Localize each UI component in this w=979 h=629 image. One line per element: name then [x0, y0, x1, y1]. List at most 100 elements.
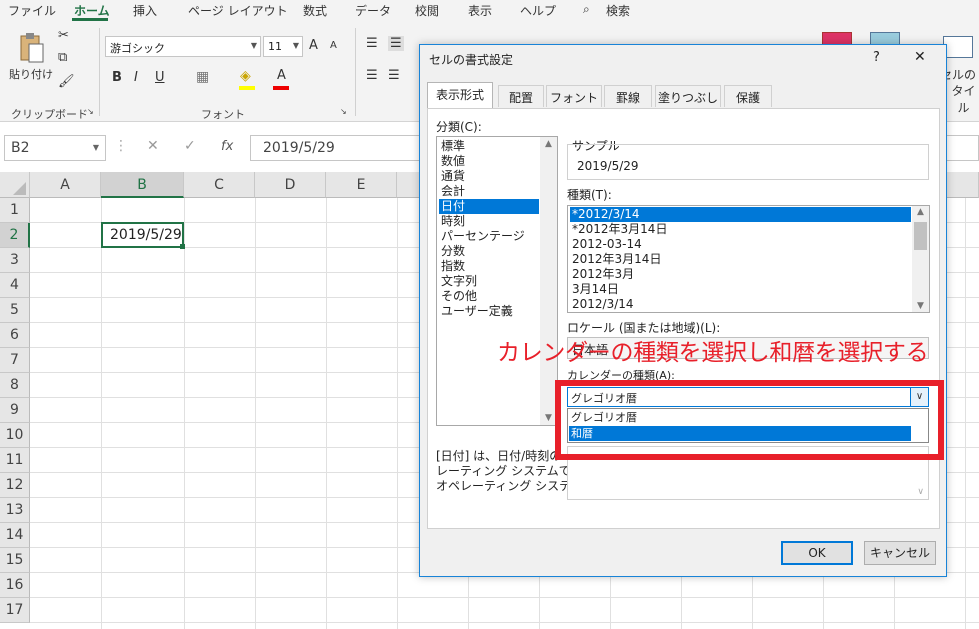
align-middle-icon[interactable]: ☰	[388, 36, 404, 51]
row-header-16[interactable]: 16	[0, 573, 30, 598]
row-header-7[interactable]: 7	[0, 348, 30, 373]
row-header-11[interactable]: 11	[0, 448, 30, 473]
font-name-combo[interactable]: 游ゴシック ▼	[105, 36, 261, 57]
row-header-2[interactable]: 2	[0, 223, 30, 248]
row-header-4[interactable]: 4	[0, 273, 30, 298]
row-header-5[interactable]: 5	[0, 298, 30, 323]
tab-review[interactable]: 校閲	[415, 2, 439, 19]
column-header-a[interactable]: A	[30, 172, 101, 198]
borders-icon[interactable]: ▦	[196, 69, 209, 85]
row-header-14[interactable]: 14	[0, 523, 30, 548]
tab-font[interactable]: フォント	[546, 85, 602, 107]
scroll-down-icon[interactable]: ▼	[912, 301, 929, 311]
category-item[interactable]: 通貨	[439, 169, 539, 184]
format-painter-icon[interactable]: 🖌	[58, 74, 75, 89]
align-center-icon[interactable]: ☰	[388, 68, 400, 83]
row-header-9[interactable]: 9	[0, 398, 30, 423]
italic-button[interactable]: I	[134, 70, 138, 85]
tab-border[interactable]: 罫線	[604, 85, 652, 107]
paste-button[interactable]: 貼り付け	[9, 66, 53, 82]
shrink-font-button[interactable]: A	[330, 40, 337, 51]
cancel-button[interactable]: キャンセル	[864, 541, 936, 565]
dialog-launcher-icon[interactable]: ↘	[87, 107, 94, 116]
scroll-thumb[interactable]	[914, 222, 927, 250]
category-item[interactable]: 日付	[439, 199, 539, 214]
category-item[interactable]: 指数	[439, 259, 539, 274]
tab-fill[interactable]: 塗りつぶし	[655, 85, 721, 107]
category-item[interactable]: ユーザー定義	[439, 304, 539, 319]
type-item[interactable]: 2012/3/14	[570, 297, 911, 312]
search-icon[interactable]: ⌕	[583, 2, 590, 17]
font-name-value: 游ゴシック	[110, 42, 165, 55]
type-scrollbar[interactable]: ▲ ▼	[912, 206, 929, 312]
underline-button[interactable]: U	[155, 70, 165, 85]
scroll-up-icon[interactable]: ▲	[912, 207, 929, 217]
font-color-button[interactable]: A	[277, 68, 286, 83]
row-header-6[interactable]: 6	[0, 323, 30, 348]
row-header-10[interactable]: 10	[0, 423, 30, 448]
type-item[interactable]: 2012年3月14日	[570, 252, 911, 267]
type-item[interactable]: 2012-03-14	[570, 237, 911, 252]
ok-button[interactable]: OK	[781, 541, 853, 565]
category-list[interactable]: 標準 数値 通貨 会計 日付 時刻 パーセンテージ 分数 指数 文字列 その他 ユーザー定義 ▲ ▼	[436, 136, 558, 426]
grow-font-button[interactable]: A	[309, 38, 318, 53]
category-item[interactable]: 標準	[439, 139, 539, 154]
align-left-icon[interactable]: ☰	[366, 68, 378, 83]
row-header-15[interactable]: 15	[0, 548, 30, 573]
tab-alignment[interactable]: 配置	[498, 85, 544, 107]
copy-icon[interactable]: ⧉	[58, 50, 67, 65]
cancel-entry-icon[interactable]: ✕	[147, 138, 159, 154]
close-icon[interactable]: ✕	[914, 49, 926, 65]
column-header-c[interactable]: C	[184, 172, 255, 198]
name-box[interactable]: B2 ▼	[4, 135, 106, 161]
tab-data[interactable]: データ	[355, 2, 391, 19]
category-item[interactable]: 分数	[439, 244, 539, 259]
tab-protection[interactable]: 保護	[724, 85, 772, 107]
dialog-launcher-icon[interactable]: ↘	[340, 107, 347, 116]
confirm-entry-icon[interactable]: ✓	[184, 138, 196, 154]
tab-file[interactable]: ファイル	[8, 2, 56, 19]
cell-b2[interactable]: 2019/5/29	[101, 222, 184, 248]
fill-handle[interactable]	[180, 244, 185, 249]
cell-styles-icon[interactable]	[943, 36, 973, 58]
type-item[interactable]: *2012/3/14	[570, 207, 911, 222]
type-list[interactable]: *2012/3/14 *2012年3月14日 2012-03-14 2012年3月14…	[567, 205, 930, 313]
category-item[interactable]: 会計	[439, 184, 539, 199]
type-item[interactable]: 3月14日	[570, 282, 911, 297]
tab-view[interactable]: 表示	[468, 2, 492, 19]
font-size-combo[interactable]: 11 ▼	[263, 36, 303, 57]
bold-button[interactable]: B	[112, 70, 122, 85]
paste-icon[interactable]	[18, 32, 46, 64]
category-item[interactable]: 文字列	[439, 274, 539, 289]
column-header-d[interactable]: D	[255, 172, 326, 198]
scroll-up-icon[interactable]: ▲	[540, 139, 557, 149]
type-item[interactable]: 2012年3月	[570, 267, 911, 282]
column-header-b[interactable]: B	[101, 172, 184, 198]
align-top-icon[interactable]: ☰	[366, 36, 378, 51]
row-header-12[interactable]: 12	[0, 473, 30, 498]
tab-formulas[interactable]: 数式	[303, 2, 327, 19]
row-header-8[interactable]: 8	[0, 373, 30, 398]
cell-styles-label-2[interactable]: タイル	[948, 82, 979, 116]
fill-color-icon[interactable]: ◈	[240, 68, 251, 84]
row-header-13[interactable]: 13	[0, 498, 30, 523]
category-item[interactable]: 時刻	[439, 214, 539, 229]
category-item[interactable]: パーセンテージ	[439, 229, 539, 244]
function-icon[interactable]: fx	[221, 139, 233, 154]
search-label[interactable]: 検索	[606, 2, 630, 19]
row-header-3[interactable]: 3	[0, 248, 30, 273]
help-button[interactable]: ?	[873, 50, 880, 65]
cut-icon[interactable]: ✂	[58, 28, 69, 43]
tab-number[interactable]: 表示形式	[427, 82, 493, 109]
category-item[interactable]: その他	[439, 289, 539, 304]
type-item[interactable]: *2012年3月14日	[570, 222, 911, 237]
row-header-17[interactable]: 17	[0, 598, 30, 623]
column-header-e[interactable]: E	[326, 172, 397, 198]
tab-help[interactable]: ヘルプ	[520, 2, 556, 19]
row-header-1[interactable]: 1	[0, 198, 30, 223]
tab-insert[interactable]: 挿入	[133, 2, 157, 19]
tab-page-layout[interactable]: ページ レイアウト	[188, 2, 288, 19]
category-item[interactable]: 数値	[439, 154, 539, 169]
select-all-corner[interactable]	[0, 172, 30, 198]
tab-home[interactable]: ホーム	[74, 2, 110, 19]
